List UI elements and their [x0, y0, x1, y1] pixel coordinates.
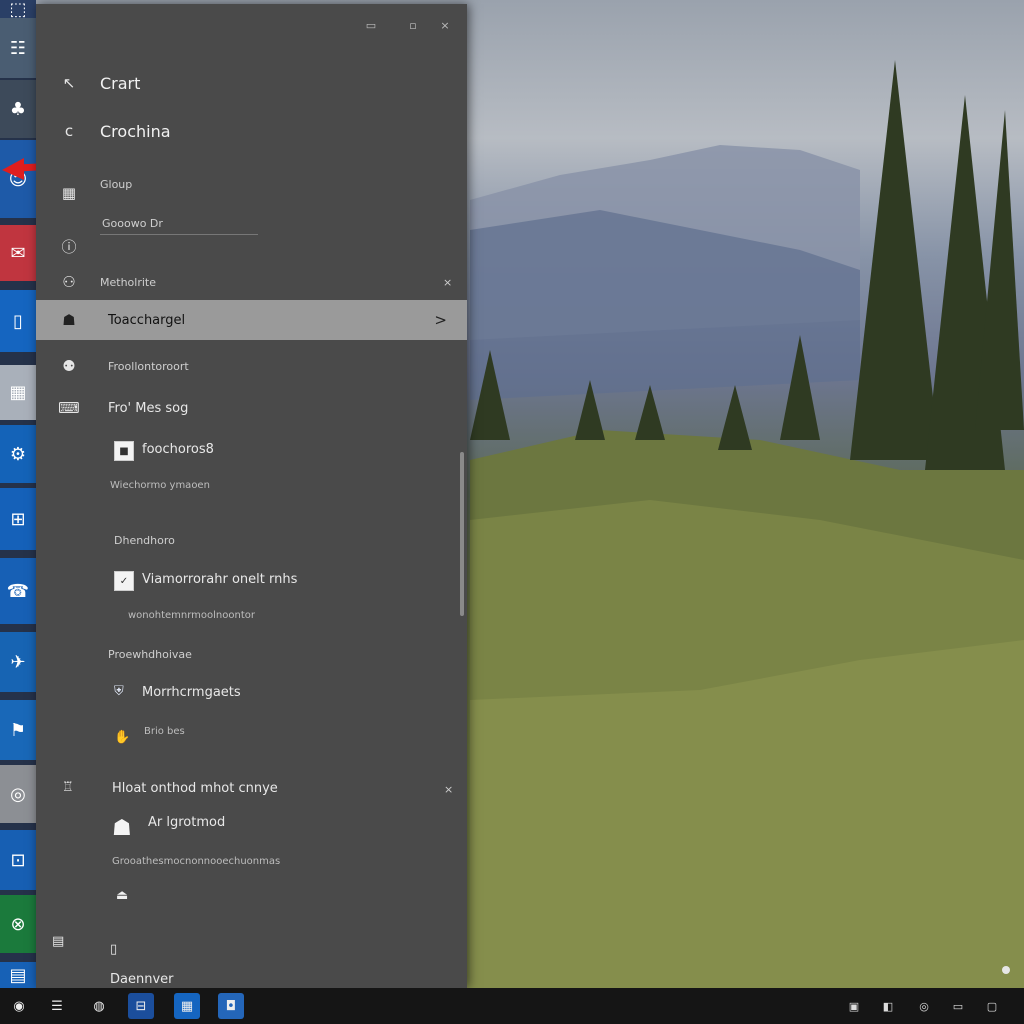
- nav-item-2[interactable]: ⚉ Froollontoroort: [36, 354, 467, 378]
- tile-glyph-icon: ⚑: [9, 719, 27, 741]
- expand-icon[interactable]: ×: [443, 276, 452, 289]
- nav-selected-label: Toacchargel: [108, 312, 186, 328]
- bell-icon: ⏏: [116, 888, 129, 903]
- back-label: Crart: [100, 73, 141, 93]
- start-tile-10[interactable]: ☎: [0, 558, 36, 624]
- tray-icon-1[interactable]: ▣: [844, 996, 864, 1016]
- start-tile-12[interactable]: ⚑: [0, 700, 36, 760]
- group-3-title: Proewhdhoivae: [108, 648, 192, 661]
- start-tile-2[interactable]: ☷: [0, 18, 36, 78]
- search-group: ▦ Gloup: [36, 172, 467, 203]
- lock-icon: ☗: [112, 816, 132, 841]
- tile-glyph-icon: ▤: [9, 964, 27, 986]
- start-button[interactable]: ◉: [6, 993, 32, 1019]
- section-header: ⚇ Metholrite ×: [36, 270, 467, 294]
- start-tile-9[interactable]: ⊞: [0, 488, 36, 550]
- tile-glyph-icon: ♣: [9, 98, 27, 120]
- nav-item-2-label: Froollontoroort: [108, 359, 189, 373]
- lock-item-label[interactable]: Ar lgrotmod: [148, 815, 225, 830]
- thumbs-icon: ✋: [114, 730, 131, 745]
- start-tile-5[interactable]: ✉: [0, 225, 36, 281]
- start-tile-7[interactable]: ▦: [0, 365, 36, 420]
- home-icon: c: [64, 122, 74, 140]
- lock-item-desc: Grooathesmocnonnooechuonmas: [112, 856, 281, 867]
- tile-glyph-icon: ⬚: [9, 0, 27, 20]
- shield-item-label[interactable]: Morrhcrmgaets: [142, 685, 241, 700]
- start-tile-1[interactable]: ⬚: [0, 0, 36, 20]
- search-placeholder: Gooowo Dr: [102, 216, 163, 230]
- tile-glyph-icon: ✈: [10, 651, 26, 673]
- taskbar-app-2[interactable]: ◍: [86, 993, 112, 1019]
- nav-item-3[interactable]: ⌨ Fro' Mes sog: [36, 396, 467, 420]
- nav-item-selected[interactable]: ☗ Toacchargel >: [36, 300, 467, 340]
- checkbox-1-label: foochoros8: [142, 442, 214, 457]
- start-tile-16[interactable]: ▤: [0, 962, 36, 988]
- folder-icon: ☗: [62, 311, 76, 329]
- tile-glyph-icon: ▦: [9, 382, 27, 403]
- search-input[interactable]: Gooowo Dr: [36, 212, 467, 235]
- tray-icon-5[interactable]: ▢: [982, 996, 1002, 1016]
- back-row[interactable]: ↖ Crart: [36, 68, 467, 98]
- desktop-corner-dot: [1002, 966, 1010, 974]
- home-row[interactable]: c Crochina: [36, 116, 467, 146]
- tray-icon-2[interactable]: ◧: [878, 996, 898, 1016]
- tile-glyph-icon: ▯: [13, 310, 23, 332]
- chevron-right-icon: >: [434, 311, 447, 329]
- tray-icon-3[interactable]: ◎: [914, 996, 934, 1016]
- taskbar: ◉ ☰ ◍ ⊟ ▦ ◘ ▣ ◧ ◎ ▭ ▢: [0, 988, 1024, 1024]
- start-tile-3[interactable]: ♣: [0, 80, 36, 138]
- help-row[interactable]: ⓘ: [36, 232, 467, 260]
- section-label: Metholrite: [100, 275, 156, 289]
- maximize-button[interactable]: ▫: [406, 18, 420, 32]
- group-4-expand-icon[interactable]: ×: [444, 783, 453, 796]
- keyboard-icon: ⌨: [58, 399, 80, 417]
- checkbox-2[interactable]: ✓: [114, 571, 134, 591]
- tile-glyph-icon: ⊗: [10, 913, 26, 935]
- scrollbar[interactable]: [460, 452, 464, 616]
- tray-icon-4[interactable]: ▭: [948, 996, 968, 1016]
- tile-glyph-icon: ⊞: [10, 508, 26, 530]
- tile-glyph-icon: ☷: [9, 37, 27, 59]
- tile-glyph-icon: ✉: [10, 242, 26, 264]
- person-icon: ⚇: [62, 273, 76, 291]
- start-tile-14[interactable]: ⊡: [0, 830, 36, 890]
- close-button[interactable]: ×: [438, 18, 452, 32]
- start-tile-11[interactable]: ✈: [0, 632, 36, 692]
- tile-glyph-icon: ⊡: [10, 849, 26, 871]
- start-tile-15[interactable]: ⊗: [0, 895, 36, 953]
- document-icon: ▯: [110, 942, 118, 957]
- home-label: Crochina: [100, 121, 171, 141]
- grid-icon: ▦: [61, 184, 77, 202]
- taskbar-app-4[interactable]: ▦: [174, 993, 200, 1019]
- group-4-title: Hloat onthod mhot cnnye: [112, 781, 278, 796]
- start-tile-8[interactable]: ⚙: [0, 425, 36, 483]
- taskbar-app-5[interactable]: ◘: [218, 993, 244, 1019]
- tile-glyph-icon: ⚙: [9, 443, 27, 465]
- settings-panel: ▭ ▫ × ↖ Crart c Crochina ▦ Gloup Gooowo …: [36, 4, 467, 988]
- lock-small-icon: ♖: [62, 780, 74, 795]
- thumb-item-label[interactable]: Brio bes: [144, 726, 185, 737]
- shield-icon: ⛨: [114, 684, 124, 699]
- start-tile-6[interactable]: ▯: [0, 290, 36, 352]
- checkbox-2-desc: wonohtemnrmoolnoontor: [128, 610, 255, 621]
- taskbar-app-1[interactable]: ☰: [44, 993, 70, 1019]
- display-icon: ▤: [52, 934, 65, 949]
- arrow-left-icon: ↖: [62, 74, 76, 92]
- checkbox-1-desc: Wiechormo ymaoen: [110, 480, 210, 491]
- nav-item-3-label: Fro' Mes sog: [108, 400, 189, 416]
- tile-glyph-icon: ☎: [6, 580, 30, 602]
- tile-glyph-icon: ◎: [10, 783, 26, 805]
- search-label: Gloup: [100, 177, 133, 191]
- start-tile-13[interactable]: ◎: [0, 765, 36, 823]
- users-icon: ⚉: [62, 357, 76, 375]
- taskbar-app-3[interactable]: ⊟: [128, 993, 154, 1019]
- footer-label: Daennver: [110, 972, 174, 987]
- info-circle-icon: ⓘ: [61, 237, 77, 256]
- checkbox-2-label: Viamorrorahr onelt rnhs: [142, 572, 298, 587]
- minimize-button[interactable]: ▭: [364, 18, 378, 32]
- group-2-title: Dhendhoro: [114, 534, 175, 547]
- checkbox-1[interactable]: ■: [114, 441, 134, 461]
